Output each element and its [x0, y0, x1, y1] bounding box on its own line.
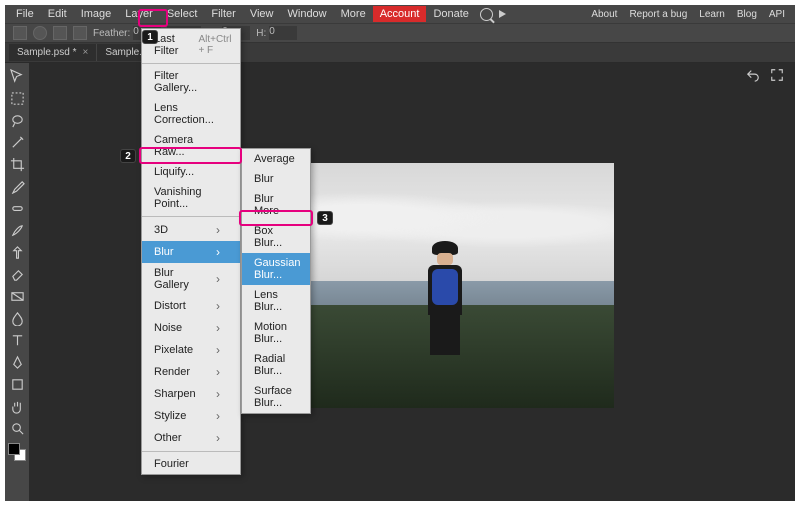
menu-other[interactable]: Other: [142, 427, 240, 449]
menu-camera-raw[interactable]: Camera Raw...: [142, 130, 240, 162]
menu-gaussian-blur[interactable]: Gaussian Blur...: [242, 253, 310, 285]
move-tool-icon[interactable]: [8, 67, 26, 85]
link-about[interactable]: About: [591, 9, 617, 20]
link-api[interactable]: API: [769, 9, 785, 20]
menu-filter-gallery[interactable]: Filter Gallery...: [142, 66, 240, 98]
menu-sharpen[interactable]: Sharpen: [142, 383, 240, 405]
pen-tool-icon[interactable]: [8, 353, 26, 371]
clone-tool-icon[interactable]: [8, 243, 26, 261]
menu-edit[interactable]: Edit: [41, 6, 74, 22]
brush-tool-icon[interactable]: [8, 221, 26, 239]
height-label: H:: [256, 28, 266, 39]
badge-1: 1: [142, 30, 158, 44]
menu-layer[interactable]: Layer: [118, 6, 160, 22]
menu-select[interactable]: Select: [160, 6, 205, 22]
menu-window[interactable]: Window: [281, 6, 334, 22]
select-add-icon[interactable]: [53, 26, 67, 40]
menu-3d[interactable]: 3D: [142, 219, 240, 241]
menu-pixelate[interactable]: Pixelate: [142, 339, 240, 361]
link-learn[interactable]: Learn: [699, 9, 725, 20]
select-subtract-icon[interactable]: [73, 26, 87, 40]
menubar-right: About Report a bug Learn Blog API: [591, 9, 791, 20]
wand-tool-icon[interactable]: [8, 133, 26, 151]
lasso-tool-icon[interactable]: [8, 111, 26, 129]
type-tool-icon[interactable]: [8, 331, 26, 349]
menu-box-blur[interactable]: Box Blur...: [242, 221, 310, 253]
canvas-corner-controls: [745, 67, 785, 83]
menu-motion-blur[interactable]: Motion Blur...: [242, 317, 310, 349]
play-icon[interactable]: [499, 10, 506, 18]
select-ellipse-icon[interactable]: [33, 26, 47, 40]
hand-tool-icon[interactable]: [8, 397, 26, 415]
shape-tool-icon[interactable]: [8, 375, 26, 393]
undo-icon[interactable]: [745, 67, 761, 83]
fullscreen-icon[interactable]: [769, 67, 785, 83]
blur-tool-icon[interactable]: [8, 309, 26, 327]
close-icon[interactable]: ×: [82, 47, 88, 58]
menu-distort[interactable]: Distort: [142, 295, 240, 317]
gradient-tool-icon[interactable]: [8, 287, 26, 305]
menu-blur-simple[interactable]: Blur: [242, 169, 310, 189]
tab-sample-1[interactable]: Sample.psd * ×: [9, 44, 97, 61]
menubar: File Edit Image Layer Select Filter View…: [5, 5, 795, 23]
zoom-tool-icon[interactable]: [8, 419, 26, 437]
menu-image[interactable]: Image: [74, 6, 119, 22]
left-toolbar: [5, 63, 29, 501]
menu-radial-blur[interactable]: Radial Blur...: [242, 349, 310, 381]
feather-label: Feather:: [93, 28, 130, 39]
badge-2: 2: [120, 149, 136, 163]
menu-lens-correction[interactable]: Lens Correction...: [142, 98, 240, 130]
select-rect-icon[interactable]: [13, 26, 27, 40]
menu-stylize[interactable]: Stylize: [142, 405, 240, 427]
menu-blur-gallery[interactable]: Blur Gallery: [142, 263, 240, 295]
menu-noise[interactable]: Noise: [142, 317, 240, 339]
workspace: [5, 63, 795, 501]
menu-surface-blur[interactable]: Surface Blur...: [242, 381, 310, 413]
heal-tool-icon[interactable]: [8, 199, 26, 217]
crop-tool-icon[interactable]: [8, 155, 26, 173]
menu-blur[interactable]: Blur: [142, 241, 240, 263]
menu-average[interactable]: Average: [242, 149, 310, 169]
menu-donate[interactable]: Donate: [426, 6, 475, 22]
blur-submenu: Average Blur Blur More Box Blur... Gauss…: [241, 148, 311, 414]
height-input[interactable]: 0: [269, 26, 297, 40]
menu-lens-blur[interactable]: Lens Blur...: [242, 285, 310, 317]
marquee-tool-icon[interactable]: [8, 89, 26, 107]
badge-3: 3: [317, 211, 333, 225]
menu-filter[interactable]: Filter: [204, 6, 242, 22]
options-bar: Feather:0 W:0 H:0: [5, 23, 795, 43]
color-swatch[interactable]: [8, 443, 26, 461]
menu-vanishing-point[interactable]: Vanishing Point...: [142, 182, 240, 214]
menu-render[interactable]: Render: [142, 361, 240, 383]
eyedropper-tool-icon[interactable]: [8, 177, 26, 195]
menu-account[interactable]: Account: [373, 6, 427, 22]
menu-blur-more[interactable]: Blur More: [242, 189, 310, 221]
document-tabs: Sample.psd *× Sample.psd×: [5, 43, 795, 63]
menu-more[interactable]: More: [334, 6, 373, 22]
menu-file[interactable]: File: [9, 6, 41, 22]
search-icon[interactable]: [480, 8, 493, 21]
menu-fourier[interactable]: Fourier: [142, 454, 240, 474]
link-report-bug[interactable]: Report a bug: [629, 9, 687, 20]
link-blog[interactable]: Blog: [737, 9, 757, 20]
filter-dropdown: Last FilterAlt+Ctrl + F Filter Gallery..…: [141, 28, 241, 475]
tab-label: Sample.psd *: [17, 47, 76, 58]
menu-view[interactable]: View: [243, 6, 281, 22]
eraser-tool-icon[interactable]: [8, 265, 26, 283]
menu-liquify[interactable]: Liquify...: [142, 162, 240, 182]
